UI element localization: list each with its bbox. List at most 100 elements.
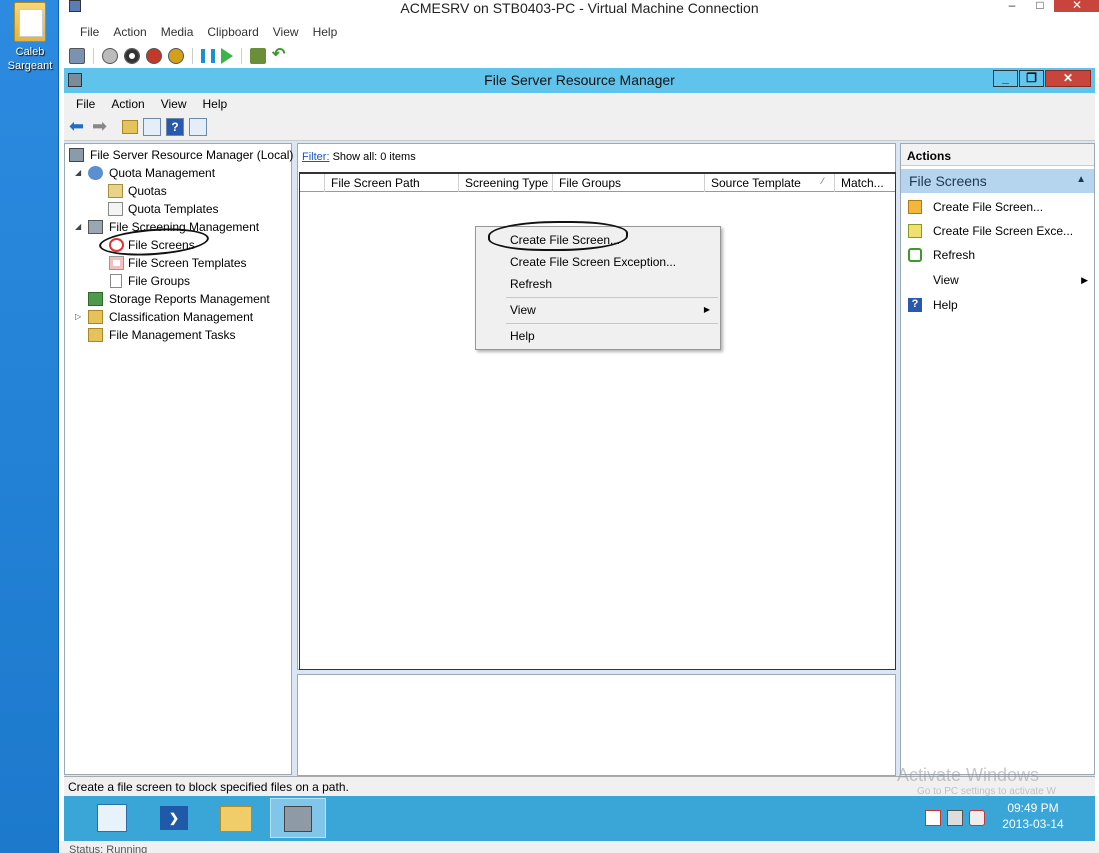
action-view[interactable]: View ▶ bbox=[901, 268, 1094, 292]
actions-section-file-screens[interactable]: File Screens ▲ bbox=[901, 169, 1094, 193]
shutdown-icon[interactable] bbox=[146, 48, 162, 64]
vm-menu-file[interactable]: File bbox=[73, 22, 106, 42]
expanded-arrow-icon[interactable]: ◢ bbox=[75, 164, 85, 182]
fsrm-title: File Server Resource Manager bbox=[484, 72, 675, 88]
file-explorer-button[interactable] bbox=[208, 798, 264, 838]
vm-menu-media[interactable]: Media bbox=[154, 22, 201, 42]
tree-node-file-screening-management[interactable]: ◢ File Screening Management bbox=[65, 218, 291, 236]
fsrm-menu-file[interactable]: File bbox=[68, 93, 103, 113]
action-label: View bbox=[933, 273, 959, 287]
revert-icon[interactable]: ↶ bbox=[272, 47, 288, 64]
vm-menu-help[interactable]: Help bbox=[306, 22, 345, 42]
action-help[interactable]: ? Help bbox=[901, 293, 1094, 317]
tree-node-file-screens[interactable]: File Screens bbox=[65, 236, 291, 254]
powershell-button[interactable]: ❯ bbox=[146, 798, 202, 838]
show-hide-tree-icon[interactable] bbox=[143, 117, 161, 136]
desktop-icon-label: Caleb Sargeant bbox=[7, 46, 53, 72]
server-manager-icon bbox=[97, 804, 127, 832]
pause-icon[interactable] bbox=[201, 49, 215, 63]
save-state-icon[interactable] bbox=[168, 48, 184, 64]
ctx-create-file-screen-exception[interactable]: Create File Screen Exception... bbox=[476, 251, 720, 273]
desktop-folder-icon[interactable]: Caleb Sargeant bbox=[6, 2, 54, 73]
desktop: Caleb Sargeant bbox=[0, 0, 60, 853]
folder-icon bbox=[220, 806, 252, 832]
clock[interactable]: 09:49 PM 2013-03-14 bbox=[993, 800, 1073, 832]
sort-icon: ⁄ bbox=[822, 176, 824, 186]
filter-link[interactable]: Filter: bbox=[302, 151, 330, 163]
turn-off-icon[interactable] bbox=[124, 48, 140, 64]
collapse-caret-icon[interactable]: ▲ bbox=[1076, 174, 1086, 185]
ctx-view[interactable]: View ▶ bbox=[476, 299, 720, 321]
results-pane: Filter: Show all: 0 items File Screen Pa… bbox=[297, 143, 896, 670]
fsrm-menu-view[interactable]: View bbox=[153, 93, 195, 113]
tree-node-label: Classification Management bbox=[109, 310, 254, 324]
tree-node-label: Quota Management bbox=[109, 166, 216, 180]
vm-title: ACMESRV on STB0403-PC - Virtual Machine … bbox=[400, 0, 759, 16]
expanded-arrow-icon[interactable]: ◢ bbox=[75, 218, 85, 236]
ctx-create-file-screen[interactable]: Create File Screen... bbox=[476, 229, 720, 251]
minimize-button[interactable]: – bbox=[998, 0, 1026, 14]
vm-menu-action[interactable]: Action bbox=[106, 22, 153, 42]
fsrm-taskbar-button[interactable] bbox=[270, 798, 326, 838]
action-center-icon[interactable] bbox=[925, 810, 941, 826]
resume-icon[interactable] bbox=[221, 48, 233, 64]
col-match[interactable]: Match... bbox=[834, 174, 895, 192]
checkpoint-icon[interactable] bbox=[250, 48, 266, 64]
filter-bar: Filter: Show all: 0 items bbox=[302, 151, 416, 163]
folder-icon bbox=[14, 2, 46, 42]
separator bbox=[93, 48, 94, 64]
col-file-screen-path[interactable]: File Screen Path bbox=[324, 174, 458, 192]
tree-node-file-screen-templates[interactable]: File Screen Templates bbox=[65, 254, 291, 272]
ctx-help[interactable]: Help bbox=[476, 325, 720, 347]
up-folder-icon[interactable] bbox=[122, 119, 138, 134]
tree-node-fsrm-local[interactable]: File Server Resource Manager (Local) bbox=[65, 146, 293, 164]
col-screening-type[interactable]: Screening Type bbox=[458, 174, 552, 192]
network-icon[interactable] bbox=[947, 810, 963, 826]
volume-muted-icon[interactable] bbox=[969, 810, 985, 826]
action-label: Help bbox=[933, 298, 958, 312]
action-create-file-screen-exception[interactable]: Create File Screen Exce... bbox=[901, 219, 1094, 243]
show-hide-action-pane-icon[interactable] bbox=[189, 117, 207, 136]
tree-node-file-groups[interactable]: File Groups bbox=[65, 272, 291, 290]
vm-menu-view[interactable]: View bbox=[266, 22, 306, 42]
create-file-screen-icon bbox=[908, 200, 922, 214]
collapsed-arrow-icon[interactable]: ▷ bbox=[75, 308, 85, 326]
tree-node-quota-templates[interactable]: Quota Templates bbox=[65, 200, 291, 218]
menu-separator bbox=[506, 323, 718, 324]
server-manager-button[interactable] bbox=[84, 798, 140, 838]
col-file-groups[interactable]: File Groups bbox=[552, 174, 704, 192]
action-create-file-screen[interactable]: Create File Screen... bbox=[901, 195, 1094, 219]
menu-separator bbox=[506, 297, 718, 298]
vm-toolbar: ↶ bbox=[59, 44, 1099, 68]
vm-menu-clipboard[interactable]: Clipboard bbox=[200, 22, 265, 42]
ctx-view-label: View bbox=[510, 303, 536, 317]
file-group-icon bbox=[110, 274, 122, 288]
fsrm-close-button[interactable]: ✕ bbox=[1045, 70, 1091, 87]
action-refresh[interactable]: Refresh bbox=[901, 243, 1094, 267]
fsrm-toolbar: ⬅ ➡ ? bbox=[64, 113, 1095, 141]
tree-node-label: Quotas bbox=[128, 184, 167, 198]
tree-node-label: File Groups bbox=[128, 274, 191, 288]
tree-node-quotas[interactable]: Quotas bbox=[65, 182, 291, 200]
tree-node-quota-management[interactable]: ◢ Quota Management bbox=[65, 164, 291, 182]
refresh-icon bbox=[908, 248, 922, 262]
forward-icon[interactable]: ➡ bbox=[92, 117, 110, 135]
list-header: File Screen Path Screening Type File Gro… bbox=[300, 174, 895, 192]
fsrm-menu-action[interactable]: Action bbox=[103, 93, 152, 113]
back-icon[interactable]: ⬅ bbox=[69, 117, 87, 135]
fsrm-menu-help[interactable]: Help bbox=[195, 93, 236, 113]
start-icon[interactable] bbox=[102, 48, 118, 64]
fsrm-restore-button[interactable]: ❐ bbox=[1019, 70, 1044, 87]
col-source-template[interactable]: Source Template bbox=[704, 174, 834, 192]
ctx-refresh[interactable]: Refresh bbox=[476, 273, 720, 295]
fsrm-app-icon bbox=[68, 73, 82, 87]
tree-node-classification[interactable]: ▷ Classification Management bbox=[65, 308, 291, 326]
fsrm-minimize-button[interactable]: _ bbox=[993, 70, 1018, 87]
vm-connection-window: ACMESRV on STB0403-PC - Virtual Machine … bbox=[58, 0, 1099, 853]
tree-node-file-tasks[interactable]: File Management Tasks bbox=[65, 326, 291, 344]
tree-node-storage-reports[interactable]: Storage Reports Management bbox=[65, 290, 291, 308]
ctrl-alt-del-icon[interactable] bbox=[69, 48, 85, 64]
help-icon[interactable]: ? bbox=[166, 117, 184, 136]
close-button[interactable]: ✕ bbox=[1054, 0, 1099, 12]
maximize-button[interactable]: □ bbox=[1026, 0, 1054, 14]
